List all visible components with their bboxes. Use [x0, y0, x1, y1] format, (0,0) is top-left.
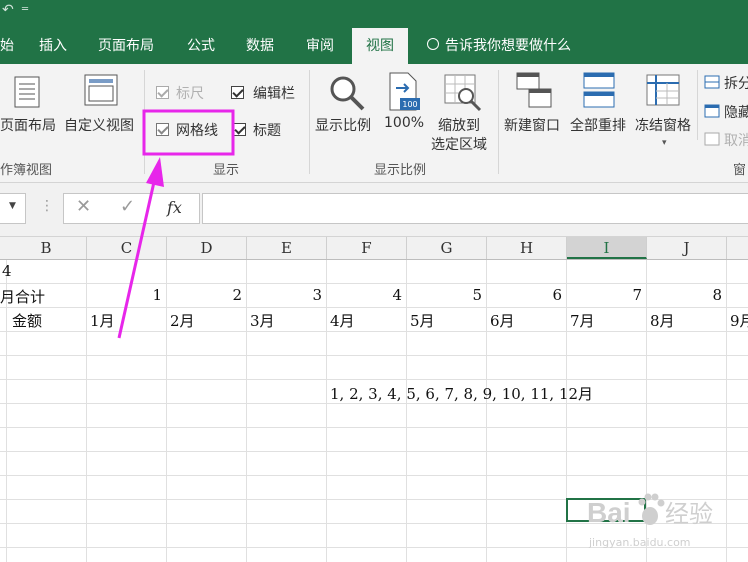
cell-d3[interactable]: 2月: [170, 310, 195, 331]
title-bar: [0, 0, 748, 28]
group-label-zoom: 显示比例: [374, 163, 427, 178]
ruler-checkbox[interactable]: [156, 86, 169, 99]
new-window-icon: [516, 72, 552, 108]
formula-bar-label: 编辑栏: [253, 86, 295, 102]
cell-j2[interactable]: 8: [646, 286, 722, 304]
arrange-all-icon: [583, 72, 615, 108]
freeze-panes-icon: [646, 74, 680, 106]
formula-bar-checkbox[interactable]: [231, 86, 244, 99]
headings-checkbox[interactable]: [233, 123, 246, 136]
group-label-workbook-views: 作簿视图: [0, 163, 53, 178]
gridlines-checkbox[interactable]: [156, 123, 169, 136]
ribbon-view: 页面布局 自定义视图 作簿视图 标尺 编辑栏 网格线 标题 显示 显示比例 10…: [0, 64, 748, 183]
cell-i2[interactable]: 7: [566, 286, 642, 304]
watermark-url: jingyan.baidu.com: [588, 536, 691, 549]
baidu-watermark: Bai 经验 jingyan.baidu.com: [587, 493, 713, 549]
column-header-h[interactable]: H: [487, 237, 567, 259]
zoom-100-badge: 100: [402, 100, 417, 109]
freeze-panes-button[interactable]: 冻结窗格: [635, 115, 691, 135]
column-header-d[interactable]: D: [167, 237, 247, 259]
headings-label: 标题: [253, 123, 281, 139]
cell-i3[interactable]: 7月: [570, 310, 595, 331]
undo-icon[interactable]: ↶: [2, 2, 14, 18]
zoom-to-selection-line2[interactable]: 选定区域: [431, 134, 487, 154]
page-layout-button[interactable]: 页面布局: [0, 115, 56, 135]
cell-g3[interactable]: 5月: [410, 310, 435, 331]
group-label-window: 窗: [733, 163, 747, 178]
name-box[interactable]: ▼: [0, 193, 26, 224]
cell-f3[interactable]: 4月: [330, 310, 355, 331]
zoom-100-button[interactable]: 100%: [384, 115, 424, 131]
zoom-to-selection-icon: [444, 74, 482, 112]
cell-f6[interactable]: 1, 2, 3, 4, 5, 6, 7, 8, 9, 10, 11, 12月: [330, 383, 593, 404]
new-window-button[interactable]: 新建窗口: [504, 115, 560, 135]
cell-a1[interactable]: 4: [2, 262, 12, 280]
column-header-row: B C D E F G H I J: [0, 237, 748, 260]
cell-a2[interactable]: 月合计: [0, 286, 45, 307]
ruler-label: 标尺: [176, 86, 204, 102]
formula-bar-grip-icon: ⋮: [40, 198, 54, 214]
split-button[interactable]: 拆分: [724, 73, 748, 93]
tab-page-layout[interactable]: 页面布局: [98, 28, 162, 64]
tab-view[interactable]: 视图: [352, 28, 408, 64]
hide-window-icon: [704, 104, 720, 118]
cell-b3[interactable]: 金额: [12, 310, 42, 331]
hide-window-button[interactable]: 隐藏: [724, 102, 748, 122]
column-header-i[interactable]: I: [567, 237, 647, 259]
zoom-100-icon: 100: [389, 72, 420, 111]
cell-d2[interactable]: 2: [166, 286, 242, 304]
group-separator: [697, 70, 698, 140]
column-header-c[interactable]: C: [87, 237, 167, 259]
zoom-magnifier-icon: [330, 76, 365, 111]
group-separator: [144, 70, 145, 174]
group-separator: [498, 70, 499, 174]
group-separator: [309, 70, 310, 174]
unhide-window-button[interactable]: 取消: [724, 130, 748, 150]
cell-e2[interactable]: 3: [246, 286, 322, 304]
custom-views-icon: [84, 74, 118, 106]
cancel-icon[interactable]: ✕: [76, 196, 91, 217]
zoom-button[interactable]: 显示比例: [315, 115, 371, 135]
cell-c2[interactable]: 1: [86, 286, 162, 304]
tell-me-search[interactable]: 告诉我你想要做什么: [445, 28, 605, 64]
cell-h3[interactable]: 6月: [490, 310, 515, 331]
tab-insert[interactable]: 插入: [39, 28, 75, 64]
watermark-brand2: 经验: [665, 500, 713, 528]
paw-icon: [638, 493, 665, 525]
tab-home[interactable]: 始: [0, 28, 20, 64]
column-header-g[interactable]: G: [407, 237, 487, 259]
column-header-j[interactable]: J: [647, 237, 727, 259]
lightbulb-icon: [427, 38, 439, 50]
watermark-brand: Bai: [587, 497, 631, 528]
column-header-e[interactable]: E: [247, 237, 327, 259]
cell-h2[interactable]: 6: [486, 286, 562, 304]
insert-function-icon[interactable]: fx: [167, 198, 182, 217]
enter-icon[interactable]: ✓: [120, 196, 135, 217]
tab-data[interactable]: 数据: [246, 28, 282, 64]
cell-g2[interactable]: 5: [406, 286, 482, 304]
ribbon-tab-bar: 始 插入 页面布局 公式 数据 审阅 视图 告诉我你想要做什么: [0, 28, 748, 64]
freeze-dropdown-icon[interactable]: ▾: [662, 138, 667, 148]
group-label-show: 显示: [213, 163, 240, 178]
custom-views-button[interactable]: 自定义视图: [64, 115, 134, 135]
name-box-dropdown-icon[interactable]: ▼: [9, 201, 16, 211]
split-icon: [704, 75, 720, 89]
zoom-to-selection-line1[interactable]: 缩放到: [438, 115, 480, 135]
formula-input[interactable]: [202, 193, 748, 224]
quick-access-dropdown-icon[interactable]: ═: [22, 4, 28, 15]
unhide-window-icon: [704, 132, 720, 146]
formula-buttons: ✕ ✓ fx: [63, 193, 200, 224]
cell-c3[interactable]: 1月: [90, 310, 115, 331]
gridlines-label: 网格线: [176, 123, 218, 139]
arrange-all-button[interactable]: 全部重排: [570, 115, 626, 135]
column-header-f[interactable]: F: [327, 237, 407, 259]
cell-e3[interactable]: 3月: [250, 310, 275, 331]
cell-j3[interactable]: 8月: [650, 310, 675, 331]
column-header-b[interactable]: B: [6, 237, 87, 259]
tab-review[interactable]: 审阅: [306, 28, 342, 64]
cell-f2[interactable]: 4: [326, 286, 402, 304]
page-layout-icon: [14, 76, 40, 108]
cell-k3[interactable]: 9月: [730, 310, 748, 331]
tab-formulas[interactable]: 公式: [187, 28, 223, 64]
